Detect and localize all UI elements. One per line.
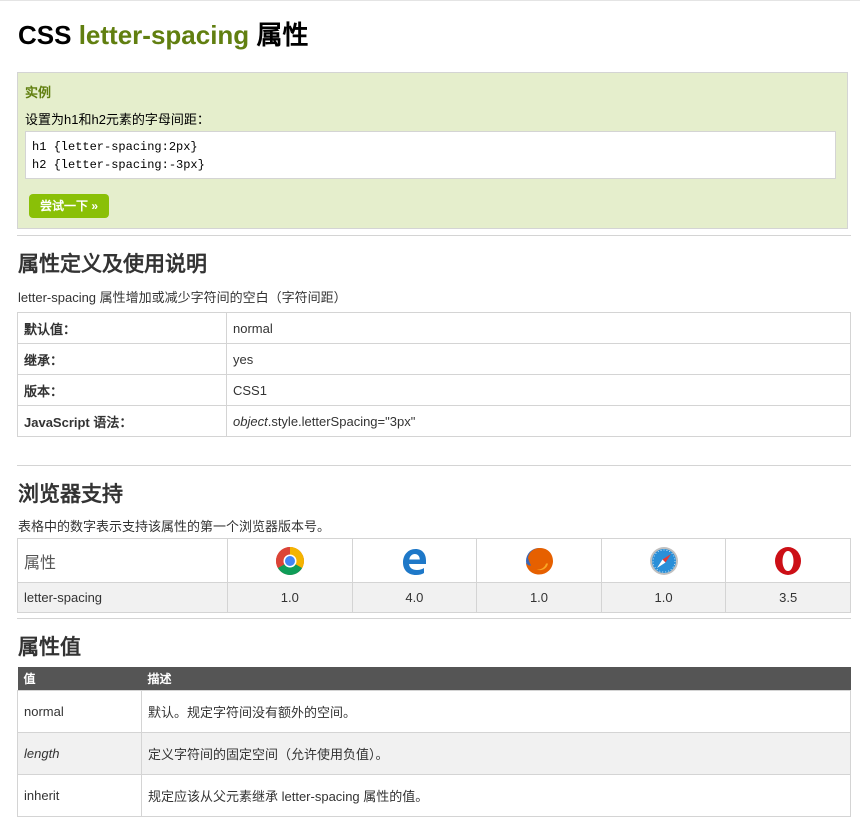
- browsers-intro: 表格中的数字表示支持该属性的第一个浏览器版本号。: [18, 519, 331, 534]
- table-header-row: 值 描述: [17, 667, 851, 691]
- version-cell: 1.0: [600, 582, 727, 613]
- browser-cell: [476, 538, 602, 583]
- definition-table: 默认值： normal 继承： yes 版本： CSS1 JavaScript 语法：…: [17, 312, 851, 437]
- browser-cell: [227, 538, 353, 583]
- title-prefix: CSS: [18, 20, 72, 50]
- value-cell: normal: [17, 690, 142, 733]
- table-row: JavaScript 语法： object.style.letterSpacing…: [17, 405, 851, 437]
- version-cell: 3.5: [725, 582, 851, 613]
- example-box: 实例 设置为h1和h2元素的字母间距： h1 {letter-spacing:2…: [17, 72, 848, 229]
- table-row: 版本： CSS1: [17, 374, 851, 406]
- table-row: 继承： yes: [17, 343, 851, 375]
- row-value: CSS1: [226, 374, 851, 406]
- row-key: 继承：: [17, 343, 227, 375]
- page-title: CSS letter-spacing 属性: [18, 15, 308, 52]
- section-heading-browsers: 浏览器支持: [18, 483, 123, 506]
- edge-icon: [403, 548, 427, 575]
- safari-icon: [649, 546, 678, 575]
- js-syntax: .style.letterSpacing="3px": [267, 413, 416, 429]
- divider: [17, 465, 851, 466]
- table-row: normal 默认。规定字符间没有额外的空间。: [17, 690, 851, 733]
- table-row: 默认值： normal: [17, 312, 851, 344]
- row-key: 版本：: [17, 374, 227, 406]
- col-value-header: 值: [17, 667, 142, 691]
- js-object-word: object: [233, 413, 268, 429]
- try-it-button[interactable]: 尝试一下 »: [29, 194, 109, 218]
- row-value: yes: [226, 343, 851, 375]
- row-key: JavaScript 语法：: [17, 405, 227, 437]
- row-label: letter-spacing: [17, 582, 228, 613]
- section-heading-values: 属性值: [18, 636, 81, 659]
- divider: [17, 618, 851, 619]
- table-row: letter-spacing 1.0 4.0 1.0 1.0 3.5: [17, 582, 851, 613]
- table-row: 属性: [17, 538, 851, 583]
- col-desc-header: 描述: [141, 667, 851, 691]
- code-line: h2 {letter-spacing:-3px}: [32, 158, 205, 172]
- browser-support-table: 属性 letter-spacing 1.0 4.0 1.0 1.0 3.5: [17, 538, 851, 613]
- title-property: letter-spacing: [78, 20, 250, 50]
- opera-icon: [775, 546, 802, 575]
- value-cell: inherit: [17, 774, 142, 817]
- page: CSS letter-spacing 属性 实例 设置为h1和h2元素的字母间距…: [0, 0, 860, 833]
- row-value: object.style.letterSpacing="3px": [226, 405, 851, 437]
- divider: [17, 235, 851, 236]
- desc-cell: 规定应该从父元素继承 letter-spacing 属性的值。: [141, 774, 851, 817]
- version-cell: 1.0: [476, 582, 602, 613]
- firefox-icon: [525, 547, 553, 574]
- desc-cell: 默认。规定字符间没有额外的空间。: [141, 690, 851, 733]
- table-row: length 定义字符间的固定空间（允许使用负值）。: [17, 732, 851, 775]
- title-suffix: 属性: [256, 20, 309, 50]
- version-cell: 4.0: [351, 582, 478, 613]
- code-line: h1 {letter-spacing:2px}: [32, 140, 198, 154]
- browser-cell: [725, 538, 851, 583]
- browser-cell: [351, 538, 478, 583]
- row-value: normal: [226, 312, 851, 344]
- value-cell: length: [17, 732, 142, 775]
- version-cell: 1.0: [227, 582, 353, 613]
- code-block: h1 {letter-spacing:2px} h2 {letter-spacin…: [25, 131, 836, 179]
- section-heading-definition: 属性定义及使用说明: [18, 253, 207, 276]
- definition-intro: letter-spacing 属性增加或减少字符间的空白（字符间距）: [18, 290, 347, 305]
- browser-cell: [600, 538, 727, 583]
- example-description: 设置为h1和h2元素的字母间距：: [25, 112, 210, 127]
- header-label: 属性: [17, 538, 228, 583]
- table-row: inherit 规定应该从父元素继承 letter-spacing 属性的值。: [17, 774, 851, 817]
- desc-cell: 定义字符间的固定空间（允许使用负值）。: [141, 732, 851, 775]
- example-heading: 实例: [25, 85, 52, 100]
- row-key: 默认值：: [17, 312, 227, 344]
- values-table: 值 描述 normal 默认。规定字符间没有额外的空间。 length 定义字符…: [17, 667, 851, 817]
- chrome-icon: [275, 546, 304, 575]
